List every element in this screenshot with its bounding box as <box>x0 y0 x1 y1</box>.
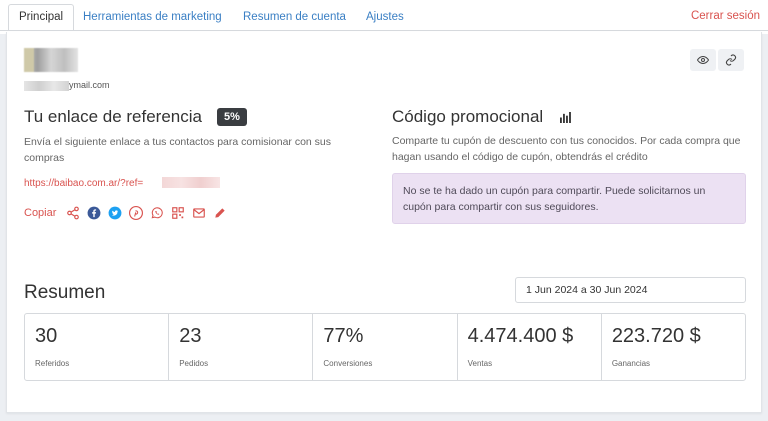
tabs-divider <box>0 30 768 31</box>
stat-value: 23 <box>179 325 202 347</box>
promo-alert: No se te ha dado un cupón para compartir… <box>392 173 746 224</box>
facebook-icon[interactable] <box>87 206 101 220</box>
link-icon <box>725 54 737 66</box>
date-range-input[interactable]: 1 Jun 2024 a 30 Jun 2024 <box>515 277 746 303</box>
stat-label: Ventas <box>467 359 493 368</box>
tab-bar: Principal Herramientas de marketing Resu… <box>0 0 768 34</box>
stat-value: 223.720 $ <box>611 325 701 347</box>
stat-ganancias: 223.720 $ Ganancias <box>602 314 745 380</box>
user-email: ymail.com <box>69 80 110 90</box>
share-icon[interactable] <box>66 206 80 220</box>
qr-code-icon[interactable] <box>171 206 185 220</box>
stat-label: Referidos <box>35 359 70 368</box>
share-row: Copiar <box>24 205 234 221</box>
view-button[interactable] <box>690 49 716 71</box>
stat-label: Conversiones <box>323 359 373 368</box>
stat-value: 30 <box>35 325 58 347</box>
referral-title: Tu enlace de referencia <box>24 107 202 126</box>
main-card: ymail.com Tu enlace de referencia 5% Env… <box>6 32 762 413</box>
stats-panel: 30 Referidos 23 Pedidos 77% Conversiones… <box>24 313 746 381</box>
stat-conversiones: 77% Conversiones <box>313 314 458 380</box>
bar-chart-icon <box>560 112 571 123</box>
stat-value: 4.474.400 $ <box>467 325 574 347</box>
stat-label: Pedidos <box>179 359 209 368</box>
referral-link[interactable]: https://baibao.com.ar/?ref= <box>24 178 143 189</box>
commission-badge: 5% <box>217 108 247 126</box>
referral-description: Envía el siguiente enlace a tus contacto… <box>24 136 332 164</box>
tab-principal[interactable]: Principal <box>8 4 75 30</box>
summary-title: Resumen <box>24 282 106 303</box>
eye-icon <box>697 55 709 65</box>
whatsapp-icon[interactable] <box>150 206 164 220</box>
tab-ajustes[interactable]: Ajustes <box>356 5 414 30</box>
promo-title: Código promocional <box>392 107 544 126</box>
pinterest-icon[interactable] <box>129 206 144 220</box>
stat-referidos: 30 Referidos <box>25 314 170 380</box>
avatar <box>24 48 78 72</box>
email-icon[interactable] <box>192 206 206 220</box>
edit-icon[interactable] <box>213 206 227 220</box>
stat-value: 77% <box>323 325 364 347</box>
link-button[interactable] <box>718 49 744 71</box>
copy-button[interactable]: Copiar <box>24 207 56 219</box>
stat-ventas: 4.474.400 $ Ventas <box>458 314 602 380</box>
stat-pedidos: 23 Pedidos <box>169 314 314 380</box>
tab-herramientas-marketing[interactable]: Herramientas de marketing <box>73 5 232 30</box>
promo-description: Comparte tu cupón de descuento con tus c… <box>392 135 741 163</box>
tab-resumen-cuenta[interactable]: Resumen de cuenta <box>233 5 356 30</box>
stat-label: Ganancias <box>611 359 651 368</box>
referral-code-redacted <box>162 177 220 188</box>
email-redacted <box>24 81 69 91</box>
twitter-icon[interactable] <box>108 206 122 220</box>
logout-link[interactable]: Cerrar sesión <box>691 10 760 22</box>
